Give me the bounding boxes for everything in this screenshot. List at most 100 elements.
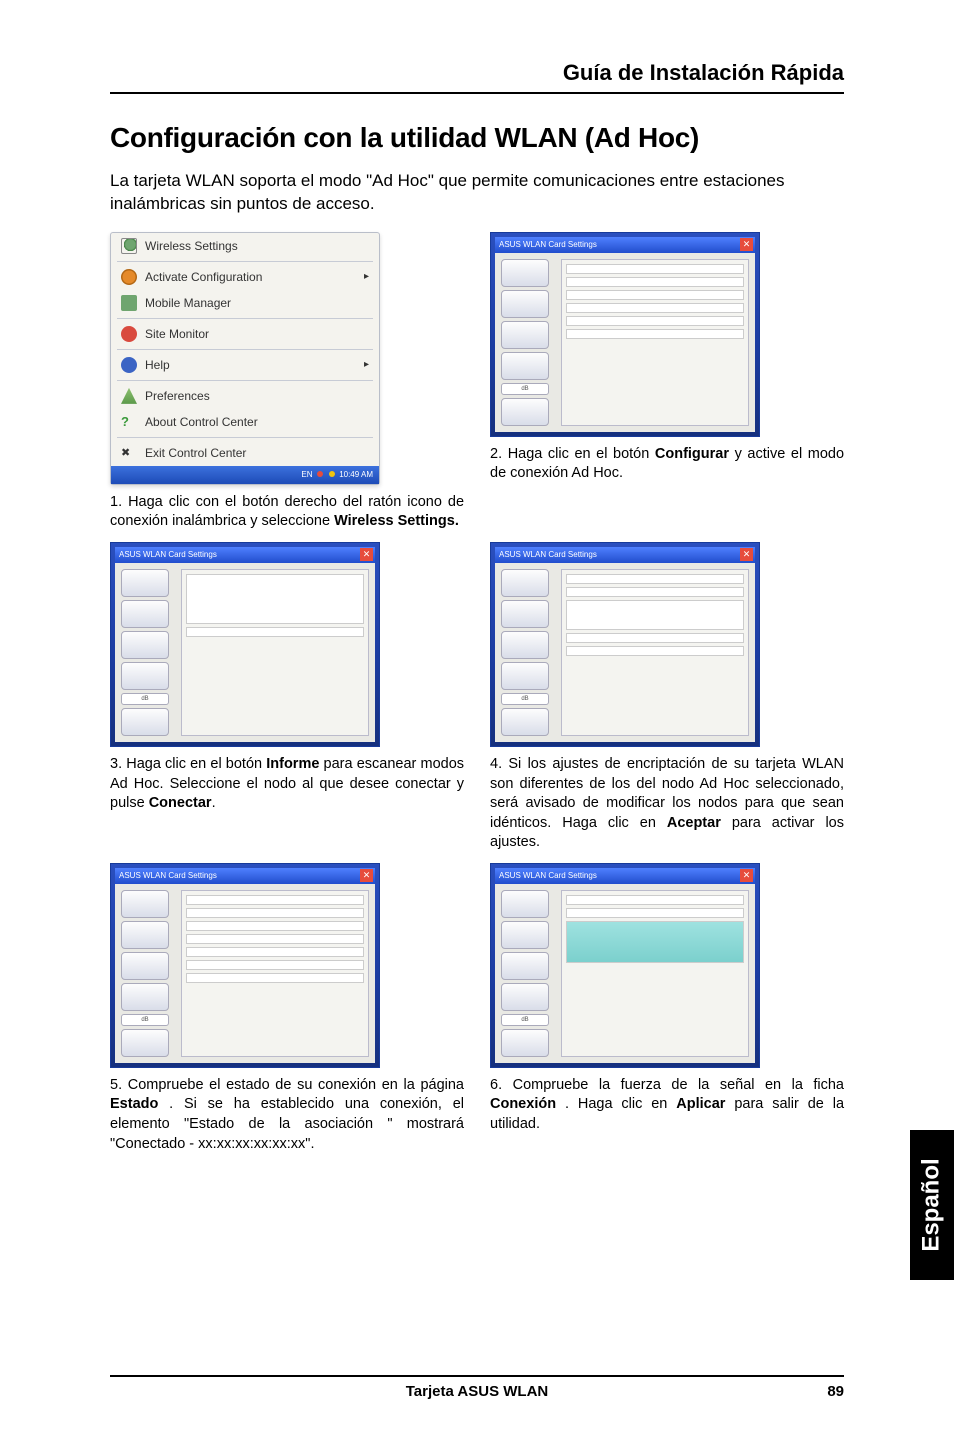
dialog-titlebar: ASUS WLAN Card Settings (495, 868, 755, 884)
preferences-icon (121, 388, 137, 404)
form-row (566, 316, 744, 326)
menu-item-label: Activate Configuration (145, 270, 262, 284)
step-bold: Informe (266, 756, 319, 772)
intro-text: La tarjeta WLAN soporta el modo "Ad Hoc"… (110, 170, 844, 216)
sidebar-button (121, 662, 169, 690)
sidebar-button (501, 662, 549, 690)
screenshot-4-encryption-dialog: ASUS WLAN Card Settings dB (490, 542, 760, 747)
step-text: Haga clic en el botón (126, 756, 266, 772)
step-number: 1. (110, 494, 122, 510)
step-number: 6. (490, 1077, 502, 1093)
gear-icon (121, 269, 137, 285)
step-5-caption: 5. Compruebe el estado de su conexión en… (110, 1076, 464, 1154)
site-list (186, 574, 364, 624)
dialog-body: dB (495, 253, 755, 432)
form-row (566, 587, 744, 597)
tray-dot-icon (317, 471, 323, 477)
menu-separator (117, 349, 373, 350)
sidebar-button (501, 890, 549, 918)
button-row (186, 627, 364, 637)
sidebar-button (501, 398, 549, 426)
dialog-titlebar: ASUS WLAN Card Settings (115, 868, 375, 884)
footer-title: Tarjeta ASUS WLAN (110, 1383, 844, 1400)
sidebar-button (501, 921, 549, 949)
sidebar-label: dB (501, 693, 549, 705)
sidebar-button (501, 708, 549, 736)
menu-item-label: Site Monitor (145, 327, 209, 341)
step-bold: Estado (110, 1096, 158, 1112)
sidebar-button (121, 890, 169, 918)
screenshot-2-config-dialog: ASUS WLAN Card Settings dB (490, 232, 760, 437)
step-bold: Configurar (655, 446, 729, 462)
form-row (566, 290, 744, 300)
sidebar-button (501, 600, 549, 628)
col-right: ASUS WLAN Card Settings dB (490, 232, 844, 542)
sidebar-button (501, 631, 549, 659)
sidebar-button (121, 1029, 169, 1057)
dialog-content (561, 259, 749, 426)
step-bold: Conectar (149, 795, 212, 811)
col-left: Wireless Settings Activate Configuration… (110, 232, 464, 542)
dialog-sidebar: dB (121, 569, 177, 736)
form-row (566, 574, 744, 584)
dialog-sidebar: dB (121, 890, 177, 1057)
menu-separator (117, 261, 373, 262)
sidebar-label: dB (121, 1014, 169, 1026)
dialog-sidebar: dB (501, 890, 557, 1057)
sidebar-button (501, 952, 549, 980)
step-3-caption: 3. Haga clic en el botón Informe para es… (110, 755, 464, 814)
help-icon (121, 357, 137, 373)
menu-item: Help (111, 352, 379, 378)
status-row (186, 960, 364, 970)
screenshot-1-context-menu: Wireless Settings Activate Configuration… (110, 232, 380, 485)
sidebar-button (501, 983, 549, 1011)
step-bold: Aplicar (676, 1096, 725, 1112)
mobile-icon (121, 295, 137, 311)
sidebar-label: dB (501, 1014, 549, 1026)
form-row (566, 264, 744, 274)
menu-item: Site Monitor (111, 321, 379, 347)
screenshot-6-connection-dialog: ASUS WLAN Card Settings dB (490, 863, 760, 1068)
dialog-sidebar: dB (501, 569, 557, 736)
dialog-content (561, 569, 749, 736)
step-text: . Haga clic en (565, 1096, 676, 1112)
step-text: Haga clic en el botón (508, 446, 655, 462)
sidebar-button (501, 352, 549, 380)
dialog-content (181, 890, 369, 1057)
status-row (186, 908, 364, 918)
step-bold: Wireless Settings. (334, 513, 459, 529)
monitor-icon (121, 326, 137, 342)
menu-separator (117, 380, 373, 381)
form-row (566, 646, 744, 656)
dialog-content (561, 890, 749, 1057)
wireless-icon (121, 238, 137, 254)
status-row (186, 934, 364, 944)
step-6-caption: 6. Compruebe la fuerza de la señal en la… (490, 1076, 844, 1135)
menu-separator (117, 437, 373, 438)
sidebar-button (121, 631, 169, 659)
step-1-caption: 1. Haga clic con el botón derecho del ra… (110, 493, 464, 532)
step-number: 4. (490, 756, 502, 772)
menu-item-label: Help (145, 358, 170, 372)
row-1: Wireless Settings Activate Configuration… (110, 232, 844, 542)
menu-item-label: Exit Control Center (145, 446, 246, 460)
sidebar-label: dB (501, 383, 549, 395)
step-number: 3. (110, 756, 122, 772)
sidebar-button (121, 952, 169, 980)
step-4-caption: 4. Si los ajustes de encriptación de su … (490, 755, 844, 853)
col-right: ASUS WLAN Card Settings dB (490, 863, 844, 1164)
form-row (566, 277, 744, 287)
form-row (566, 908, 744, 918)
dialog-titlebar: ASUS WLAN Card Settings (115, 547, 375, 563)
status-row (186, 973, 364, 983)
language-side-tab: Español (910, 1130, 954, 1280)
sidebar-button (121, 569, 169, 597)
status-row (186, 947, 364, 957)
language-label: Español (918, 1158, 946, 1251)
step-text: Compruebe la fuerza de la señal en la fi… (513, 1077, 844, 1093)
status-row (186, 921, 364, 931)
screenshot-5-status-dialog: ASUS WLAN Card Settings dB (110, 863, 380, 1068)
form-row (566, 329, 744, 339)
step-number: 2. (490, 446, 502, 462)
screenshot-3-survey-dialog: ASUS WLAN Card Settings dB (110, 542, 380, 747)
